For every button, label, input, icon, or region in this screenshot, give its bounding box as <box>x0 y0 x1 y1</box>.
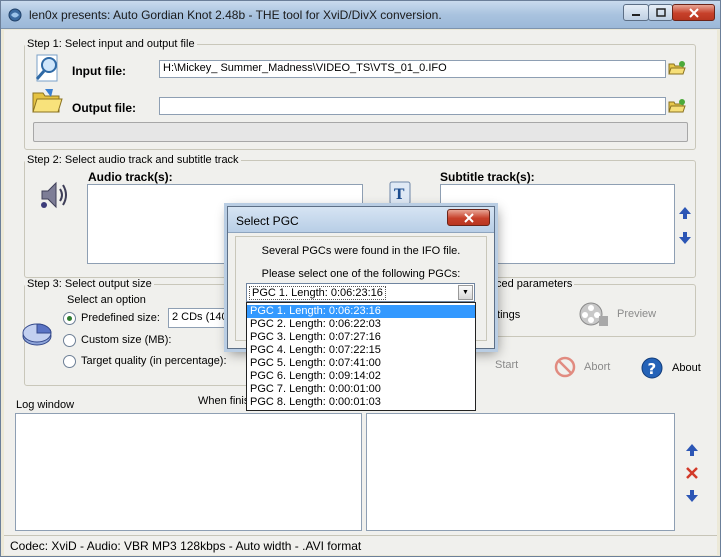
advanced-label: ced parameters <box>494 278 575 290</box>
pgc-option[interactable]: PGC 5. Length: 0:07:41:00 <box>247 357 475 370</box>
minimize-button[interactable] <box>623 4 649 21</box>
dialog-close-button[interactable] <box>447 209 490 226</box>
dialog-title: Select PGC <box>236 214 299 228</box>
abort-label: Abort <box>584 361 611 373</box>
maximize-button[interactable] <box>648 4 673 21</box>
audio-tracks-label: Audio track(s): <box>88 170 173 184</box>
minimize-icon <box>632 13 640 16</box>
predefined-size-radio[interactable] <box>63 312 76 325</box>
open-folder-icon[interactable] <box>668 60 686 76</box>
pgc-option[interactable]: PGC 4. Length: 0:07:22:15 <box>247 344 475 357</box>
window-title: len0x presents: Auto Gordian Knot 2.48b … <box>29 8 442 22</box>
help-icon: ? <box>641 357 663 379</box>
start-button[interactable]: Start <box>474 359 518 371</box>
title-bar[interactable]: len0x presents: Auto Gordian Knot 2.48b … <box>1 1 720 29</box>
dialog-message-1: Several PGCs were found in the IFO file. <box>261 245 461 257</box>
output-file-label: Output file: <box>72 101 136 115</box>
svg-text:?: ? <box>648 360 657 378</box>
step3-label: Step 3: Select output size <box>25 278 154 290</box>
output-folder-icon <box>32 89 63 113</box>
custom-size-radio[interactable] <box>63 334 76 347</box>
about-button[interactable]: ? About <box>640 356 701 380</box>
remove-icon[interactable] <box>685 466 699 480</box>
target-quality-radio[interactable] <box>63 355 76 368</box>
move-down-icon[interactable] <box>678 231 692 245</box>
start-label: Start <box>495 359 519 371</box>
subtitle-tracks-label: Subtitle track(s): <box>440 170 535 184</box>
pgc-select[interactable]: PGC 1. Length: 0:06:23:16 ▼ <box>246 283 475 302</box>
about-label: About <box>672 362 701 374</box>
close-icon <box>688 7 699 18</box>
subtitle-icon: T <box>389 181 411 205</box>
status-bar: Codec: XviD - Audio: VBR MP3 128kbps - A… <box>4 535 717 555</box>
queue-up-icon[interactable] <box>685 443 699 457</box>
preview-label: Preview <box>617 308 657 320</box>
chevron-down-icon[interactable]: ▼ <box>458 285 473 300</box>
pgc-option[interactable]: PGC 2. Length: 0:06:22:03 <box>247 318 475 331</box>
predefined-size-label: Predefined size: <box>81 312 160 324</box>
dialog-message-2: Please select one of the following PGCs: <box>261 268 461 280</box>
speaker-icon <box>41 181 67 209</box>
app-icon <box>8 8 22 22</box>
maximize-icon <box>655 8 666 17</box>
open-folder-icon[interactable] <box>668 98 686 114</box>
dialog-title-bar[interactable]: Select PGC <box>228 207 494 233</box>
pgc-dropdown-list: PGC 1. Length: 0:06:23:16 PGC 2. Length:… <box>246 302 476 411</box>
abort-icon <box>554 356 576 378</box>
abort-button[interactable]: Abort <box>554 356 610 378</box>
move-up-icon[interactable] <box>678 206 692 220</box>
pgc-option[interactable]: PGC 3. Length: 0:07:27:16 <box>247 331 475 344</box>
pgc-option[interactable]: PGC 7. Length: 0:00:01:00 <box>247 383 475 396</box>
target-quality-label: Target quality (in percentage): <box>81 355 227 367</box>
when-finished-label: When finis <box>198 395 250 407</box>
preview-button[interactable]: Preview <box>577 298 656 330</box>
magnifier-document-icon <box>35 54 58 82</box>
pgc-option[interactable]: PGC 8. Length: 0:00:01:03 <box>247 396 475 409</box>
input-file-field[interactable]: H:\Mickey_ Summer_Madness\VIDEO_TS\VTS_0… <box>159 60 666 78</box>
step2-label: Step 2: Select audio track and subtitle … <box>25 154 241 166</box>
settings-button[interactable]: ttings <box>494 309 520 321</box>
film-reel-icon <box>579 302 608 326</box>
step1-label: Step 1: Select input and output file <box>25 38 197 50</box>
log-window[interactable] <box>15 413 362 531</box>
svg-text:T: T <box>394 187 405 203</box>
close-icon <box>463 212 474 223</box>
input-file-label: Input file: <box>72 64 126 78</box>
job-queue-list[interactable] <box>366 413 675 531</box>
output-file-field[interactable] <box>159 97 666 115</box>
pgc-selected-value: PGC 1. Length: 0:06:23:16 <box>249 286 386 300</box>
pgc-option[interactable]: PGC 1. Length: 0:06:23:16 <box>247 305 475 318</box>
select-option-label: Select an option <box>67 294 146 306</box>
pie-chart-icon <box>22 323 52 346</box>
queue-down-icon[interactable] <box>685 489 699 503</box>
log-window-label: Log window <box>16 399 75 411</box>
main-window: len0x presents: Auto Gordian Knot 2.48b … <box>0 0 721 557</box>
close-button[interactable] <box>672 4 715 21</box>
pgc-option[interactable]: PGC 6. Length: 0:09:14:02 <box>247 370 475 383</box>
custom-size-label: Custom size (MB): <box>81 334 172 346</box>
progress-bar <box>33 122 688 142</box>
